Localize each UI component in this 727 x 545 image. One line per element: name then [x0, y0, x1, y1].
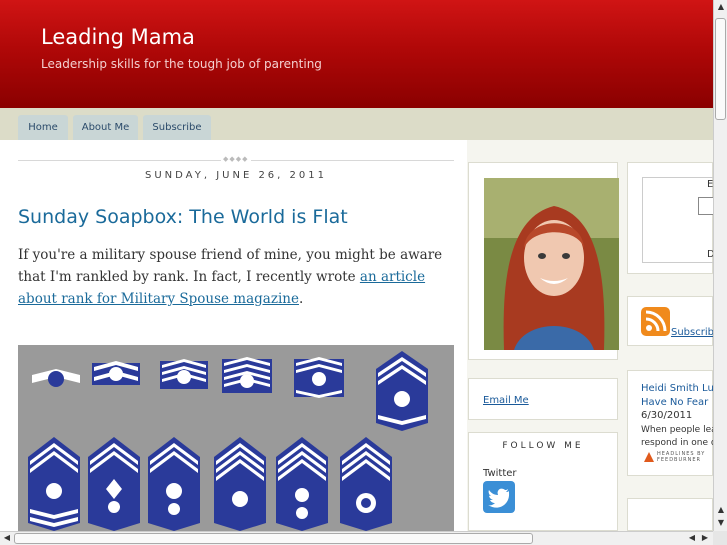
profile-photo[interactable] — [484, 178, 619, 350]
rss-feed-icon — [645, 310, 667, 332]
insignia-senior-airman — [160, 359, 208, 389]
subscribe-link[interactable]: Subscribe — [671, 327, 713, 338]
feed-headline[interactable]: Have No Fear — [641, 396, 713, 410]
rank-insignia-image[interactable] — [18, 345, 454, 531]
email-me-link[interactable]: Email Me — [483, 395, 529, 406]
twitter-label: Twitter — [483, 468, 517, 479]
twitter-bird-icon — [488, 488, 510, 508]
feed-snippet-line: When people lea — [641, 425, 713, 435]
blog-title[interactable]: Leading Mama — [41, 25, 195, 49]
tab-about-me[interactable]: About Me — [73, 115, 138, 140]
tab-subscribe[interactable]: Subscribe — [143, 115, 211, 140]
search-frame — [642, 177, 713, 263]
rank-insignia-svg — [28, 351, 428, 531]
blog-description: Leadership skills for the tough job of p… — [41, 57, 322, 71]
insignia-chief-master-sergeant — [148, 437, 200, 531]
next-widget — [627, 498, 713, 531]
search-widget: E D — [627, 162, 713, 274]
main-column: ◆◆◆◆ Sunday, June 26, 2011 Sunday Soapbo… — [0, 140, 467, 531]
scroll-up-arrow-icon[interactable]: ▲ — [715, 1, 727, 13]
blog-header: Leading Mama Leadership skills for the t… — [0, 0, 713, 108]
content-area: ◆◆◆◆ Sunday, June 26, 2011 Sunday Soapbo… — [0, 140, 713, 531]
insignia-staff-sergeant — [222, 357, 272, 393]
search-input[interactable] — [698, 197, 713, 215]
nav-bar: Home About Me Subscribe — [0, 108, 713, 140]
scroll-right-arrow-icon[interactable]: ▶ — [699, 532, 711, 544]
follow-me-heading: FOLLOW ME — [502, 441, 584, 451]
insignia-command-chief — [276, 437, 328, 531]
feedburner-line: FEEDBURNER — [657, 457, 701, 463]
scroll-left-arrow-icon[interactable]: ◀ — [1, 532, 13, 544]
vertical-scrollbar[interactable]: ▲ ▲ ▼ — [713, 0, 727, 531]
feedburner-flame-icon — [644, 452, 654, 462]
tab-home[interactable]: Home — [18, 115, 68, 140]
insignia-master-sergeant — [376, 351, 428, 431]
rss-icon[interactable] — [641, 307, 670, 336]
scroll-up-arrow-icon-bottom[interactable]: ▲ — [715, 504, 727, 516]
sidebar-right: E D Subscribe Heidi Smith Luedt Have No … — [627, 162, 713, 531]
insignia-chief-master-sergeant-2 — [214, 437, 266, 531]
post-body-end: . — [298, 291, 304, 307]
horizontal-scrollbar[interactable]: ◀ ◀ ▶ — [0, 531, 713, 545]
sidebar-left: Email Me FOLLOW ME Twitter — [468, 162, 619, 531]
browser-viewport: Leading Mama Leadership skills for the t… — [0, 0, 713, 531]
profile-widget — [468, 162, 619, 360]
feedburner-badge[interactable]: HEADLINES BY FEEDBURNER — [657, 451, 705, 463]
insignia-first-sergeant — [88, 437, 140, 531]
insignia-senior-master-sergeant — [28, 437, 80, 531]
scroll-left-arrow-icon-end[interactable]: ◀ — [686, 532, 698, 544]
feed-date: 6/30/2011 — [641, 410, 693, 421]
twitter-icon[interactable] — [483, 481, 515, 513]
feed-snippet-line: respond in one o — [641, 438, 713, 448]
insignia-chief-master-sergeant-of-air-force — [340, 437, 392, 531]
feed-item-title[interactable]: Heidi Smith Luedt Have No Fear — [641, 382, 713, 410]
vertical-scroll-thumb[interactable] — [715, 18, 726, 120]
insignia-technical-sergeant — [294, 357, 344, 398]
feed-author[interactable]: Heidi Smith Luedt — [641, 382, 713, 396]
feed-snippet: When people lea respond in one o — [641, 424, 713, 450]
profile-photo-svg — [484, 178, 619, 350]
post-date: Sunday, June 26, 2011 — [145, 170, 327, 181]
horizontal-scroll-thumb[interactable] — [14, 533, 533, 544]
subscribe-widget — [627, 296, 713, 346]
divider-ornament: ◆◆◆◆ — [221, 155, 251, 163]
insignia-airman — [32, 369, 80, 387]
insignia-airman-first-class — [92, 361, 140, 385]
post-title[interactable]: Sunday Soapbox: The World is Flat — [18, 206, 348, 228]
scroll-down-arrow-icon[interactable]: ▼ — [715, 517, 727, 529]
post-body: If you're a military spouse friend of mi… — [18, 244, 454, 310]
scrollbar-corner — [713, 531, 727, 545]
